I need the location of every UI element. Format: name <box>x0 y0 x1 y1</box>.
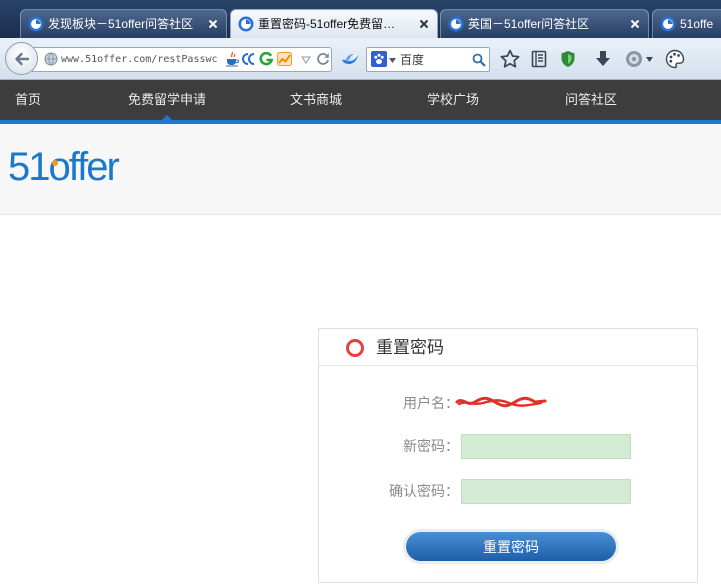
site-favicon-icon <box>660 16 676 32</box>
nav-item-label: 首页 <box>15 92 42 107</box>
site-header: 51offer <box>0 124 721 215</box>
reader-list-icon[interactable] <box>531 50 547 68</box>
reload-icon[interactable] <box>316 52 330 66</box>
browser-tab[interactable]: 重置密码-51offer免费留… <box>230 9 438 38</box>
gray-globe-icon[interactable] <box>625 50 643 68</box>
palette-icon[interactable] <box>665 49 685 69</box>
g-letter-icon[interactable] <box>259 52 273 66</box>
url-input[interactable] <box>61 48 219 71</box>
nav-item-qa-community[interactable]: 问答社区 <box>565 80 617 120</box>
globe-icon <box>44 52 58 66</box>
browser-tab[interactable]: 51offe <box>652 9 721 38</box>
search-input[interactable] <box>400 48 470 71</box>
site-nav-bar: 首页 免费留学申请 文书商城 学校广场 问答社区 <box>0 80 721 120</box>
dropdown-icon[interactable] <box>301 56 311 64</box>
search-box[interactable] <box>366 47 490 72</box>
close-icon[interactable] <box>208 19 218 29</box>
panel-title: 重置密码 <box>376 338 444 357</box>
username-value-redacted <box>455 395 547 409</box>
double-arc-icon[interactable] <box>240 52 256 66</box>
dropdown-icon[interactable] <box>389 58 396 63</box>
back-button[interactable] <box>5 42 38 75</box>
confirm-password-field[interactable] <box>461 479 631 504</box>
bird-icon[interactable] <box>340 51 360 67</box>
star-icon[interactable] <box>500 49 520 69</box>
shield-icon[interactable] <box>560 50 576 68</box>
tab-title: 英国－51offer问答社区 <box>468 17 590 31</box>
nav-item-label: 学校广场 <box>427 92 480 107</box>
browser-toolbar <box>0 38 721 80</box>
search-icon[interactable] <box>472 53 486 67</box>
new-password-field[interactable] <box>461 434 631 459</box>
circle-icon <box>346 339 364 357</box>
close-icon[interactable] <box>630 19 640 29</box>
browser-tab-strip: 发现板块－51offer问答社区 重置密码-51offer免费留… 英国－51o… <box>0 0 721 38</box>
browser-tab[interactable]: 发现板块－51offer问答社区 <box>20 9 227 38</box>
nav-item-home[interactable]: 首页 <box>15 80 41 120</box>
download-arrow-icon[interactable] <box>595 50 611 68</box>
logo-accent-dot <box>52 160 58 166</box>
site-favicon-icon <box>448 16 464 32</box>
java-icon[interactable] <box>225 51 239 67</box>
nav-item-label: 免费留学申请 <box>128 92 207 107</box>
dropdown-icon[interactable] <box>646 57 653 62</box>
panel-header: 重置密码 <box>319 329 697 366</box>
site-favicon-icon <box>238 16 254 32</box>
nav-item-school-plaza[interactable]: 学校广场 <box>427 80 479 120</box>
new-password-label: 新密码： <box>403 438 459 454</box>
site-favicon-icon <box>28 16 44 32</box>
back-arrow-icon <box>13 50 31 68</box>
tab-title: 发现板块－51offer问答社区 <box>48 17 194 31</box>
tab-title: 51offe <box>680 17 714 31</box>
reset-password-button[interactable]: 重置密码 <box>406 532 616 561</box>
confirm-password-label: 确认密码： <box>389 483 459 499</box>
tab-title: 重置密码-51offer免费留… <box>258 17 396 31</box>
address-bar[interactable] <box>32 47 332 72</box>
paw-icon[interactable] <box>371 51 387 67</box>
chart-icon[interactable] <box>277 52 292 66</box>
site-logo[interactable]: 51offer <box>8 144 120 190</box>
nav-item-document-store[interactable]: 文书商城 <box>290 80 342 120</box>
nav-item-label: 文书商城 <box>290 92 343 107</box>
close-icon[interactable] <box>419 19 429 29</box>
nav-item-free-application[interactable]: 免费留学申请 <box>128 80 206 120</box>
username-label: 用户名： <box>403 395 459 411</box>
browser-tab[interactable]: 英国－51offer问答社区 <box>440 9 649 38</box>
reset-password-panel: 重置密码 用户名： 新密码： 确认密码： 重置密码 <box>318 328 698 583</box>
nav-item-label: 问答社区 <box>565 92 618 107</box>
